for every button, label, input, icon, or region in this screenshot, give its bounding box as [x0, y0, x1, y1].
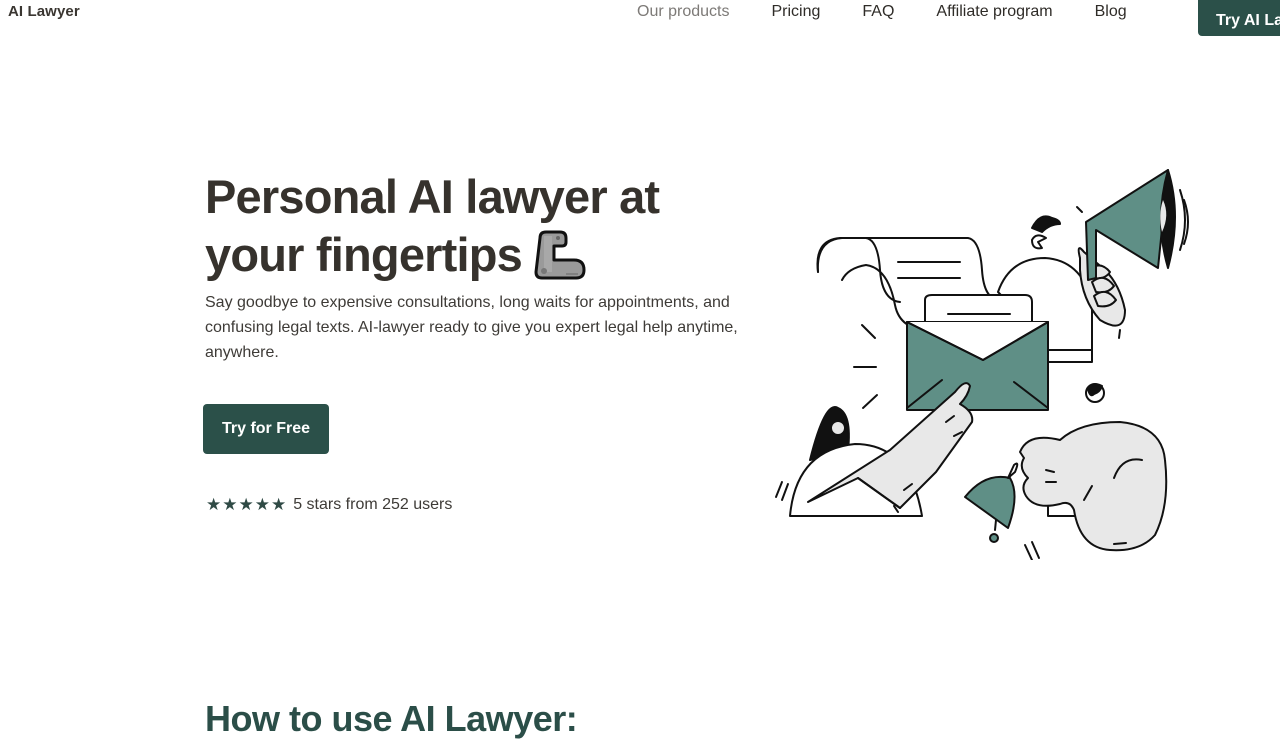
- try-for-free-button[interactable]: Try for Free: [203, 404, 329, 454]
- hero-illustration: [770, 160, 1200, 561]
- rating: ★★★★★ 5 stars from 252 users: [206, 495, 452, 515]
- nav-blog[interactable]: Blog: [1095, 3, 1127, 21]
- arm-hug-icon: [1019, 421, 1168, 552]
- nav-faq[interactable]: FAQ: [862, 3, 894, 21]
- hero-title: Personal AI lawyer at your fingertips: [205, 168, 765, 288]
- top-navigation: AI Lawyer Our products Pricing FAQ Affil…: [0, 0, 1280, 40]
- hero-title-line1: Personal AI lawyer at: [205, 170, 660, 223]
- nav-pricing[interactable]: Pricing: [771, 3, 820, 21]
- nav-affiliate-program[interactable]: Affiliate program: [936, 3, 1052, 21]
- globe-icon: [1085, 383, 1105, 403]
- brand-logo[interactable]: AI Lawyer: [8, 3, 80, 20]
- nav-our-products[interactable]: Our products: [637, 3, 729, 21]
- bell-icon: [964, 462, 1019, 543]
- rating-text: 5 stars from 252 users: [293, 496, 453, 513]
- star-rating-icon: ★★★★★: [206, 495, 288, 514]
- flexed-biceps-icon: [530, 226, 588, 284]
- nav-links: Our products Pricing FAQ Affiliate progr…: [637, 3, 1169, 21]
- try-ai-lawyer-button[interactable]: Try AI Lawyer: [1198, 0, 1280, 36]
- hero-title-line2: your fingertips: [205, 228, 523, 281]
- hero-description: Say goodbye to expensive consultations, …: [205, 294, 738, 361]
- how-to-use-heading: How to use AI Lawyer:: [205, 698, 578, 739]
